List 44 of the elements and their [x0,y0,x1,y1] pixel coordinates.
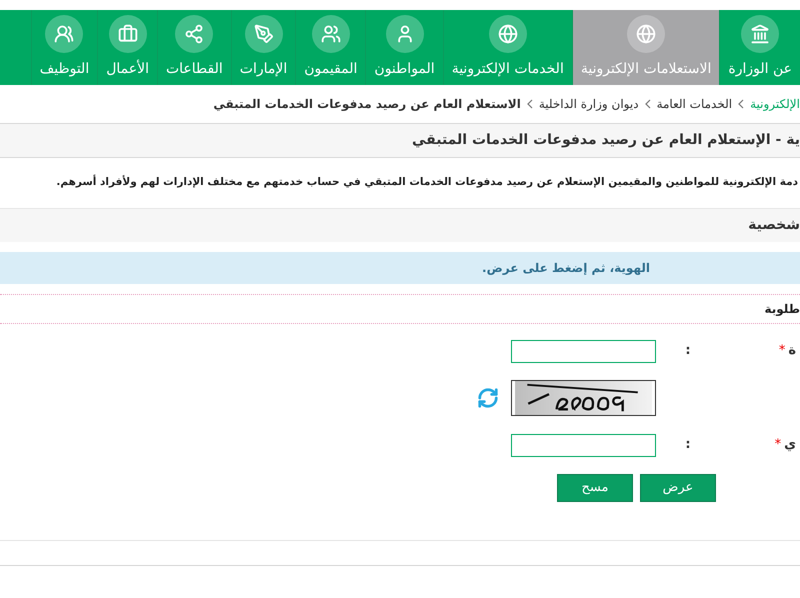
chevron-icon [644,99,651,109]
pen-icon [244,15,283,53]
globe-icon [488,15,527,53]
nav-label: عن الوزارة [728,60,792,79]
breadcrumb-link[interactable]: الخدمات العامة [656,95,732,113]
required-asterisk: * [778,342,786,360]
nav-item[interactable]: الإمارات [230,10,296,85]
required-note: طلوبة [764,301,800,318]
network-icon [175,15,214,53]
nav-label: الإمارات [240,60,288,79]
chevron-icon [738,99,744,109]
refresh-icon[interactable] [477,387,499,409]
nav-label: التوظيف [40,60,90,79]
briefcase-icon [108,15,147,53]
form-button[interactable]: عرض [640,474,716,502]
form-button[interactable]: مسح [557,474,633,502]
nav-label: القطاعات [166,60,223,79]
nav-label: المقيمون [304,60,358,79]
nav-label: الخدمات الإلكترونية [452,60,564,79]
nav-label: الاستعلامات الإلكترونية [580,60,712,79]
person-icon [386,15,424,53]
team-icon [45,15,84,53]
nav-label: الأعمال [106,59,149,79]
section-title: شخصية [748,216,800,235]
input-field[interactable] [511,340,656,362]
people-icon [312,15,350,53]
emblem-icon [741,15,780,53]
required-asterisk: * [774,436,782,454]
field-label: ة [788,342,796,360]
input-field[interactable] [511,434,656,456]
globe-icon [627,15,666,53]
info-message: الهوية، ثم إضغط على عرض. [482,260,650,277]
breadcrumb-link[interactable]: الإلكترونية [750,95,800,113]
nav-item[interactable]: الاستعلامات الإلكترونية [572,10,720,85]
nav-item[interactable]: المقيمون [295,10,366,85]
breadcrumb-link[interactable]: ديوان وزارة الداخلية [538,95,639,113]
description: دمة الإلكترونية للمواطنين والمقيمين الإستعلام عن رصيد مدفوعات الخدمات المتبقي في حساب خدمتهم مع مختلف الإدارات لهم ولأفراد أسرهم. [56,175,798,190]
colon: : [685,436,691,454]
field-label: ي [784,436,796,454]
page-title: ية - الإستعلام العام عن رصيد مدفوعات الخدمات المتبقي [412,131,800,150]
nav-label: المواطنون [374,60,435,79]
colon: : [685,342,691,360]
breadcrumb-current: الاستعلام العام عن رصيد مدفوعات الخدمات المتبقي [213,96,521,113]
chevron-icon [526,99,533,109]
